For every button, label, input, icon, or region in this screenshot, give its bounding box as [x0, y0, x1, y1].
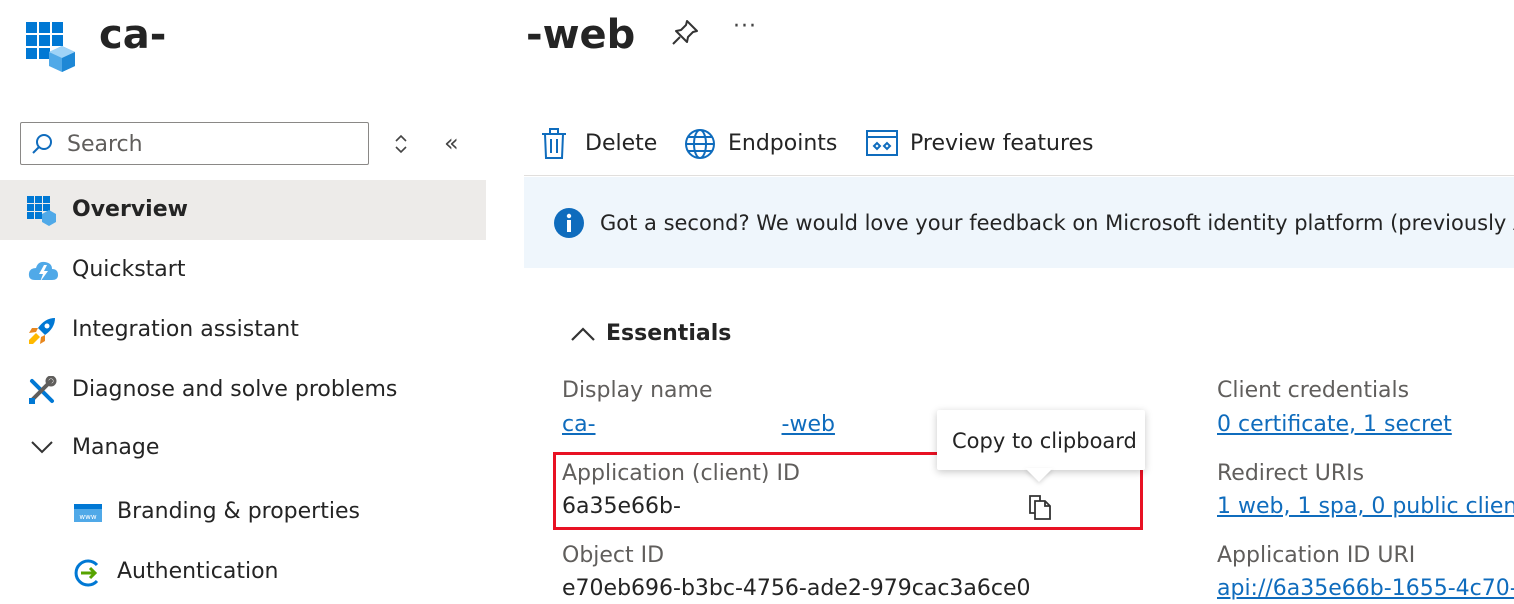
client-credentials-label: Client credentials: [1217, 378, 1410, 403]
search-input[interactable]: [65, 127, 364, 162]
display-name-label: Display name: [562, 378, 713, 403]
page-title-prefix: ca-: [99, 12, 167, 58]
sidebar-item-quickstart[interactable]: Quickstart: [0, 240, 486, 300]
sidebar-item-authentication[interactable]: Authentication: [0, 542, 486, 602]
app-id-uri-label: Application ID URI: [1217, 543, 1416, 568]
collapse-sidebar-button[interactable]: «: [444, 130, 459, 156]
rocket-icon: [27, 316, 57, 346]
display-name-start: ca-: [562, 412, 596, 437]
sort-updown-icon[interactable]: [390, 132, 412, 156]
app-id-label: Application (client) ID: [562, 461, 800, 486]
trash-icon: [542, 128, 566, 159]
client-credentials-link[interactable]: 0 certificate, 1 secret: [1217, 410, 1452, 440]
search-icon: [32, 134, 52, 154]
branding-icon: www: [73, 498, 103, 528]
search-box[interactable]: [20, 122, 369, 165]
more-options-button[interactable]: ···: [733, 14, 757, 39]
overview-grid-icon: [27, 196, 57, 226]
svg-text:www: www: [79, 513, 96, 521]
sidebar-item-integration-assistant[interactable]: Integration assistant: [0, 300, 486, 360]
chevron-up-icon: [571, 327, 595, 341]
preview-features-icon: [866, 130, 898, 156]
object-id-label: Object ID: [562, 543, 665, 568]
cloud-lightning-icon: [27, 256, 58, 286]
essentials-heading: Essentials: [606, 321, 732, 346]
redirect-uris-link[interactable]: 1 web, 1 spa, 0 public client: [1217, 492, 1514, 522]
banner-text: Got a second? We would love your feedbac…: [600, 211, 1514, 235]
pin-icon[interactable]: [670, 18, 700, 48]
chevron-down-icon: [27, 436, 57, 466]
endpoints-label: Endpoints: [728, 131, 838, 156]
app-id-uri-link[interactable]: api://6a35e66b-1655-4c70-9: [1217, 574, 1514, 604]
app-registration-icon: [26, 22, 76, 72]
sidebar-item-branding[interactable]: www Branding & properties: [0, 482, 486, 542]
delete-label: Delete: [585, 131, 658, 156]
app-id-value: 6a35e66b-: [562, 494, 681, 519]
tooltip-text: Copy to clipboard: [952, 429, 1137, 453]
sidebar-item-diagnose[interactable]: Diagnose and solve problems: [0, 360, 486, 420]
globe-icon: [685, 129, 715, 159]
copy-tooltip: Copy to clipboard: [937, 410, 1145, 470]
sidebar-item-label: Overview: [72, 197, 188, 222]
tooltip-tail: [1025, 468, 1053, 482]
preview-features-button[interactable]: Preview features: [866, 122, 1094, 166]
sidebar-item-label: Manage: [72, 435, 160, 460]
object-id-value: e70eb696-b3bc-4756-ade2-979cac3a6ce0: [562, 576, 1031, 601]
info-icon: [554, 208, 584, 238]
sidebar-item-overview[interactable]: Overview: [0, 180, 486, 240]
wrench-screwdriver-icon: [27, 375, 57, 406]
toolbar-divider: [524, 175, 1514, 176]
sidebar-item-label: Diagnose and solve problems: [72, 377, 398, 402]
redirect-uris-label: Redirect URIs: [1217, 461, 1365, 486]
endpoints-button[interactable]: Endpoints: [684, 122, 839, 166]
display-name-end: -web: [781, 412, 835, 437]
authentication-arrow-icon: [73, 558, 103, 588]
sidebar-group-manage[interactable]: Manage: [0, 418, 486, 478]
sidebar-item-label: Quickstart: [72, 257, 186, 282]
sidebar-item-label: Branding & properties: [117, 499, 360, 524]
sidebar-item-label: Integration assistant: [72, 317, 299, 342]
sidebar-item-label: Authentication: [117, 559, 279, 584]
display-name-link[interactable]: ca- -web: [562, 410, 842, 440]
delete-button[interactable]: Delete: [541, 122, 658, 166]
page-title-suffix: -web: [526, 12, 636, 58]
feedback-banner: Got a second? We would love your feedbac…: [524, 177, 1514, 268]
preview-features-label: Preview features: [910, 131, 1094, 156]
copy-clipboard-icon[interactable]: [1026, 493, 1054, 521]
